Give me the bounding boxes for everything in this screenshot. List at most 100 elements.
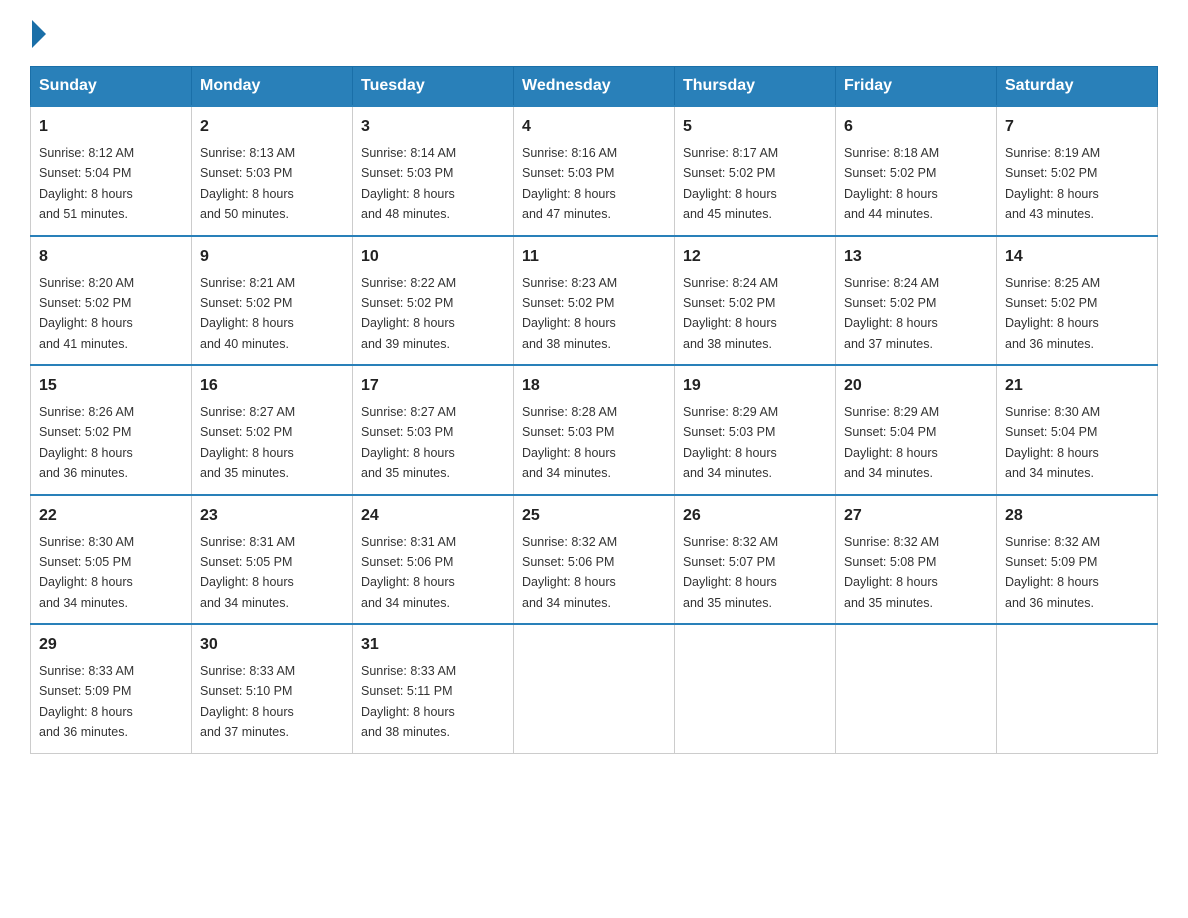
calendar-cell: 28 Sunrise: 8:32 AMSunset: 5:09 PMDaylig… bbox=[997, 495, 1158, 625]
calendar-cell: 24 Sunrise: 8:31 AMSunset: 5:06 PMDaylig… bbox=[353, 495, 514, 625]
column-header-wednesday: Wednesday bbox=[514, 67, 675, 107]
page-header bbox=[30, 20, 1158, 48]
day-info: Sunrise: 8:20 AMSunset: 5:02 PMDaylight:… bbox=[39, 276, 134, 351]
day-number: 20 bbox=[844, 374, 988, 398]
day-number: 16 bbox=[200, 374, 344, 398]
day-number: 22 bbox=[39, 504, 183, 528]
day-info: Sunrise: 8:17 AMSunset: 5:02 PMDaylight:… bbox=[683, 146, 778, 221]
week-row-4: 22 Sunrise: 8:30 AMSunset: 5:05 PMDaylig… bbox=[31, 495, 1158, 625]
week-row-2: 8 Sunrise: 8:20 AMSunset: 5:02 PMDayligh… bbox=[31, 236, 1158, 366]
calendar-cell: 12 Sunrise: 8:24 AMSunset: 5:02 PMDaylig… bbox=[675, 236, 836, 366]
calendar-cell: 14 Sunrise: 8:25 AMSunset: 5:02 PMDaylig… bbox=[997, 236, 1158, 366]
day-number: 3 bbox=[361, 115, 505, 139]
day-number: 25 bbox=[522, 504, 666, 528]
day-number: 6 bbox=[844, 115, 988, 139]
day-info: Sunrise: 8:30 AMSunset: 5:04 PMDaylight:… bbox=[1005, 405, 1100, 480]
day-number: 4 bbox=[522, 115, 666, 139]
column-header-sunday: Sunday bbox=[31, 67, 192, 107]
calendar-cell: 17 Sunrise: 8:27 AMSunset: 5:03 PMDaylig… bbox=[353, 365, 514, 495]
week-row-1: 1 Sunrise: 8:12 AMSunset: 5:04 PMDayligh… bbox=[31, 106, 1158, 236]
header-row: SundayMondayTuesdayWednesdayThursdayFrid… bbox=[31, 67, 1158, 107]
calendar-cell: 29 Sunrise: 8:33 AMSunset: 5:09 PMDaylig… bbox=[31, 624, 192, 753]
calendar-cell: 11 Sunrise: 8:23 AMSunset: 5:02 PMDaylig… bbox=[514, 236, 675, 366]
calendar-cell: 7 Sunrise: 8:19 AMSunset: 5:02 PMDayligh… bbox=[997, 106, 1158, 236]
day-number: 13 bbox=[844, 245, 988, 269]
day-info: Sunrise: 8:16 AMSunset: 5:03 PMDaylight:… bbox=[522, 146, 617, 221]
calendar-cell: 9 Sunrise: 8:21 AMSunset: 5:02 PMDayligh… bbox=[192, 236, 353, 366]
day-info: Sunrise: 8:31 AMSunset: 5:05 PMDaylight:… bbox=[200, 535, 295, 610]
day-number: 17 bbox=[361, 374, 505, 398]
day-number: 21 bbox=[1005, 374, 1149, 398]
day-number: 27 bbox=[844, 504, 988, 528]
day-info: Sunrise: 8:27 AMSunset: 5:02 PMDaylight:… bbox=[200, 405, 295, 480]
day-info: Sunrise: 8:27 AMSunset: 5:03 PMDaylight:… bbox=[361, 405, 456, 480]
calendar-cell: 2 Sunrise: 8:13 AMSunset: 5:03 PMDayligh… bbox=[192, 106, 353, 236]
calendar-cell: 1 Sunrise: 8:12 AMSunset: 5:04 PMDayligh… bbox=[31, 106, 192, 236]
day-info: Sunrise: 8:31 AMSunset: 5:06 PMDaylight:… bbox=[361, 535, 456, 610]
day-number: 2 bbox=[200, 115, 344, 139]
day-number: 26 bbox=[683, 504, 827, 528]
calendar-cell: 18 Sunrise: 8:28 AMSunset: 5:03 PMDaylig… bbox=[514, 365, 675, 495]
day-number: 11 bbox=[522, 245, 666, 269]
calendar-cell: 31 Sunrise: 8:33 AMSunset: 5:11 PMDaylig… bbox=[353, 624, 514, 753]
calendar-cell bbox=[997, 624, 1158, 753]
day-number: 29 bbox=[39, 633, 183, 657]
calendar-cell: 23 Sunrise: 8:31 AMSunset: 5:05 PMDaylig… bbox=[192, 495, 353, 625]
day-info: Sunrise: 8:21 AMSunset: 5:02 PMDaylight:… bbox=[200, 276, 295, 351]
day-number: 1 bbox=[39, 115, 183, 139]
calendar-cell: 21 Sunrise: 8:30 AMSunset: 5:04 PMDaylig… bbox=[997, 365, 1158, 495]
calendar-cell: 19 Sunrise: 8:29 AMSunset: 5:03 PMDaylig… bbox=[675, 365, 836, 495]
day-number: 5 bbox=[683, 115, 827, 139]
calendar-cell: 13 Sunrise: 8:24 AMSunset: 5:02 PMDaylig… bbox=[836, 236, 997, 366]
day-number: 18 bbox=[522, 374, 666, 398]
day-info: Sunrise: 8:32 AMSunset: 5:08 PMDaylight:… bbox=[844, 535, 939, 610]
week-row-5: 29 Sunrise: 8:33 AMSunset: 5:09 PMDaylig… bbox=[31, 624, 1158, 753]
column-header-thursday: Thursday bbox=[675, 67, 836, 107]
day-number: 7 bbox=[1005, 115, 1149, 139]
logo bbox=[30, 20, 48, 48]
day-info: Sunrise: 8:29 AMSunset: 5:03 PMDaylight:… bbox=[683, 405, 778, 480]
day-info: Sunrise: 8:18 AMSunset: 5:02 PMDaylight:… bbox=[844, 146, 939, 221]
day-info: Sunrise: 8:24 AMSunset: 5:02 PMDaylight:… bbox=[683, 276, 778, 351]
column-header-monday: Monday bbox=[192, 67, 353, 107]
week-row-3: 15 Sunrise: 8:26 AMSunset: 5:02 PMDaylig… bbox=[31, 365, 1158, 495]
day-info: Sunrise: 8:32 AMSunset: 5:07 PMDaylight:… bbox=[683, 535, 778, 610]
day-number: 23 bbox=[200, 504, 344, 528]
day-info: Sunrise: 8:26 AMSunset: 5:02 PMDaylight:… bbox=[39, 405, 134, 480]
calendar-cell: 30 Sunrise: 8:33 AMSunset: 5:10 PMDaylig… bbox=[192, 624, 353, 753]
day-number: 10 bbox=[361, 245, 505, 269]
calendar-cell bbox=[675, 624, 836, 753]
day-info: Sunrise: 8:29 AMSunset: 5:04 PMDaylight:… bbox=[844, 405, 939, 480]
calendar-cell: 10 Sunrise: 8:22 AMSunset: 5:02 PMDaylig… bbox=[353, 236, 514, 366]
day-info: Sunrise: 8:33 AMSunset: 5:11 PMDaylight:… bbox=[361, 664, 456, 739]
day-number: 30 bbox=[200, 633, 344, 657]
day-number: 24 bbox=[361, 504, 505, 528]
day-number: 31 bbox=[361, 633, 505, 657]
calendar-cell: 16 Sunrise: 8:27 AMSunset: 5:02 PMDaylig… bbox=[192, 365, 353, 495]
day-info: Sunrise: 8:28 AMSunset: 5:03 PMDaylight:… bbox=[522, 405, 617, 480]
day-info: Sunrise: 8:25 AMSunset: 5:02 PMDaylight:… bbox=[1005, 276, 1100, 351]
calendar-cell: 5 Sunrise: 8:17 AMSunset: 5:02 PMDayligh… bbox=[675, 106, 836, 236]
day-info: Sunrise: 8:33 AMSunset: 5:10 PMDaylight:… bbox=[200, 664, 295, 739]
day-number: 9 bbox=[200, 245, 344, 269]
calendar-cell: 20 Sunrise: 8:29 AMSunset: 5:04 PMDaylig… bbox=[836, 365, 997, 495]
day-info: Sunrise: 8:32 AMSunset: 5:06 PMDaylight:… bbox=[522, 535, 617, 610]
day-number: 28 bbox=[1005, 504, 1149, 528]
day-info: Sunrise: 8:24 AMSunset: 5:02 PMDaylight:… bbox=[844, 276, 939, 351]
calendar-cell: 15 Sunrise: 8:26 AMSunset: 5:02 PMDaylig… bbox=[31, 365, 192, 495]
day-info: Sunrise: 8:19 AMSunset: 5:02 PMDaylight:… bbox=[1005, 146, 1100, 221]
calendar-cell: 25 Sunrise: 8:32 AMSunset: 5:06 PMDaylig… bbox=[514, 495, 675, 625]
day-info: Sunrise: 8:14 AMSunset: 5:03 PMDaylight:… bbox=[361, 146, 456, 221]
day-info: Sunrise: 8:33 AMSunset: 5:09 PMDaylight:… bbox=[39, 664, 134, 739]
calendar-cell: 8 Sunrise: 8:20 AMSunset: 5:02 PMDayligh… bbox=[31, 236, 192, 366]
calendar-table: SundayMondayTuesdayWednesdayThursdayFrid… bbox=[30, 66, 1158, 754]
day-number: 15 bbox=[39, 374, 183, 398]
day-number: 8 bbox=[39, 245, 183, 269]
day-info: Sunrise: 8:23 AMSunset: 5:02 PMDaylight:… bbox=[522, 276, 617, 351]
day-info: Sunrise: 8:22 AMSunset: 5:02 PMDaylight:… bbox=[361, 276, 456, 351]
day-info: Sunrise: 8:12 AMSunset: 5:04 PMDaylight:… bbox=[39, 146, 134, 221]
day-number: 14 bbox=[1005, 245, 1149, 269]
column-header-friday: Friday bbox=[836, 67, 997, 107]
calendar-cell: 22 Sunrise: 8:30 AMSunset: 5:05 PMDaylig… bbox=[31, 495, 192, 625]
day-info: Sunrise: 8:32 AMSunset: 5:09 PMDaylight:… bbox=[1005, 535, 1100, 610]
